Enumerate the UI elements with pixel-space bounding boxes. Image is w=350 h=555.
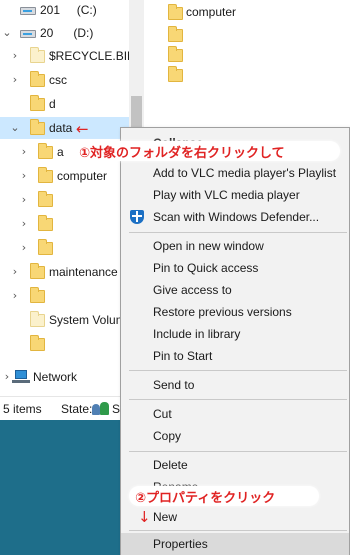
chevron-right-icon[interactable]: › — [19, 218, 29, 229]
folder-icon — [30, 287, 45, 303]
nav-scrollbar-thumb[interactable] — [131, 96, 142, 130]
annotation-step2: ②プロパティをクリック — [129, 486, 319, 506]
menu-item-label: Pin to Quick access — [153, 261, 259, 275]
menu-item-label: Pin to Start — [153, 349, 213, 363]
folder-icon — [168, 4, 183, 20]
network-icon — [12, 370, 30, 384]
menu-separator — [129, 370, 347, 371]
menu-item-new[interactable]: New — [121, 506, 349, 528]
folder-icon — [30, 119, 45, 135]
chevron-right-icon[interactable]: › — [10, 290, 20, 301]
menu-item-open-new-window[interactable]: Open in new window — [121, 235, 349, 257]
drive-icon — [20, 30, 36, 38]
chevron-right-icon[interactable]: › — [10, 266, 20, 277]
menu-separator — [129, 232, 347, 233]
menu-separator — [129, 399, 347, 400]
nav-item-label: a — [57, 145, 64, 159]
menu-item-delete[interactable]: Delete — [121, 454, 349, 476]
menu-item-label: Scan with Windows Defender... — [153, 210, 320, 224]
menu-item-label: Give access to — [153, 283, 232, 297]
menu-item-label: Play with VLC media player — [153, 188, 300, 202]
chevron-down-icon[interactable]: ⌄ — [10, 122, 20, 133]
menu-separator — [129, 530, 347, 531]
nav-item-label: computer — [57, 169, 108, 183]
menu-item-label: Properties — [153, 537, 208, 551]
content-item-folder[interactable] — [144, 64, 350, 84]
status-item-count: 5 items — [3, 402, 42, 416]
menu-item-label: Copy — [153, 429, 182, 443]
menu-item-include-in-library[interactable]: Include in library — [121, 323, 349, 345]
menu-item-cut[interactable]: Cut — [121, 403, 349, 425]
folder-icon — [30, 47, 45, 63]
nav-item-label: maintenance — [49, 265, 118, 279]
nav-drive-d-label: 20 (D:) — [40, 26, 94, 40]
menu-item-restore-previous-versions[interactable]: Restore previous versions — [121, 301, 349, 323]
menu-item-label: Send to — [153, 378, 195, 392]
chevron-right-icon[interactable]: › — [2, 371, 12, 382]
content-item-folder[interactable] — [144, 44, 350, 64]
annotation-step2-text: ②プロパティをクリック — [135, 490, 276, 506]
menu-item-add-vlc-playlist[interactable]: Add to VLC media player's Playlist — [121, 162, 349, 184]
menu-item-label: New — [153, 510, 178, 524]
chevron-right-icon[interactable]: › — [19, 146, 29, 157]
menu-item-label: Cut — [153, 407, 172, 421]
menu-item-play-vlc[interactable]: Play with VLC media player — [121, 184, 349, 206]
menu-item-send-to[interactable]: Send to — [121, 374, 349, 396]
menu-item-label: Open in new window — [153, 239, 264, 253]
chevron-right-icon[interactable]: › — [19, 194, 29, 205]
menu-item-pin-to-start[interactable]: Pin to Start — [121, 345, 349, 367]
status-state-label: State: — [61, 402, 93, 416]
annotation-arrow-down: ↓ — [138, 508, 151, 526]
folder-icon — [38, 167, 53, 183]
menu-item-properties[interactable]: Properties — [121, 533, 349, 555]
nav-item-d[interactable]: d — [0, 93, 144, 115]
nav-item-label: data — [49, 121, 73, 135]
nav-item-label: $RECYCLE.BIN — [49, 49, 136, 63]
folder-icon — [30, 263, 45, 279]
folder-icon — [38, 215, 53, 231]
annotation-step1: ①対象のフォルダを右クリックして — [73, 141, 340, 161]
nav-item-recycle-bin[interactable]: › $RECYCLE.BIN — [0, 45, 144, 67]
chevron-right-icon[interactable]: › — [19, 170, 29, 181]
folder-icon — [168, 46, 183, 62]
annotation-arrow-left: ← — [76, 120, 89, 138]
folder-icon — [30, 71, 45, 87]
folder-icon — [168, 66, 183, 82]
nav-item-label: csc — [49, 73, 67, 87]
menu-item-label: Include in library — [153, 327, 241, 341]
shared-users-icon — [92, 401, 110, 416]
nav-drive-d[interactable]: ⌄ 20 (D:) — [0, 22, 144, 44]
chevron-down-icon[interactable]: ⌄ — [2, 27, 12, 38]
annotation-step1-text: ①対象のフォルダを右クリックして — [79, 145, 285, 161]
nav-item-label: Network — [33, 370, 78, 384]
menu-item-scan-defender[interactable]: Scan with Windows Defender... — [121, 206, 349, 228]
menu-item-label: Restore previous versions — [153, 305, 292, 319]
folder-icon — [30, 335, 45, 351]
chevron-right-icon[interactable]: › — [19, 242, 29, 253]
menu-item-label: Delete — [153, 458, 188, 472]
folder-icon — [38, 143, 53, 159]
nav-item-csc[interactable]: › csc — [0, 69, 144, 91]
nav-drive-c-label: 201 (C:) — [40, 3, 97, 17]
content-item-computer[interactable]: computer — [144, 2, 350, 22]
chevron-right-icon[interactable]: › — [10, 50, 20, 61]
menu-separator — [129, 451, 347, 452]
nav-item-label: d — [49, 97, 56, 111]
menu-item-copy[interactable]: Copy — [121, 425, 349, 447]
folder-icon — [30, 311, 45, 327]
folder-icon — [30, 95, 45, 111]
folder-icon — [168, 26, 183, 42]
drive-icon — [20, 7, 36, 15]
menu-item-pin-quick-access[interactable]: Pin to Quick access — [121, 257, 349, 279]
content-item-folder[interactable] — [144, 24, 350, 44]
folder-icon — [38, 239, 53, 255]
nav-drive-c[interactable]: 201 (C:) — [0, 0, 144, 22]
menu-item-give-access[interactable]: Give access to — [121, 279, 349, 301]
menu-item-label: Add to VLC media player's Playlist — [153, 166, 337, 180]
folder-icon — [38, 191, 53, 207]
content-item-label: computer — [186, 5, 237, 19]
windows-defender-icon — [130, 210, 144, 224]
chevron-right-icon[interactable]: › — [10, 74, 20, 85]
